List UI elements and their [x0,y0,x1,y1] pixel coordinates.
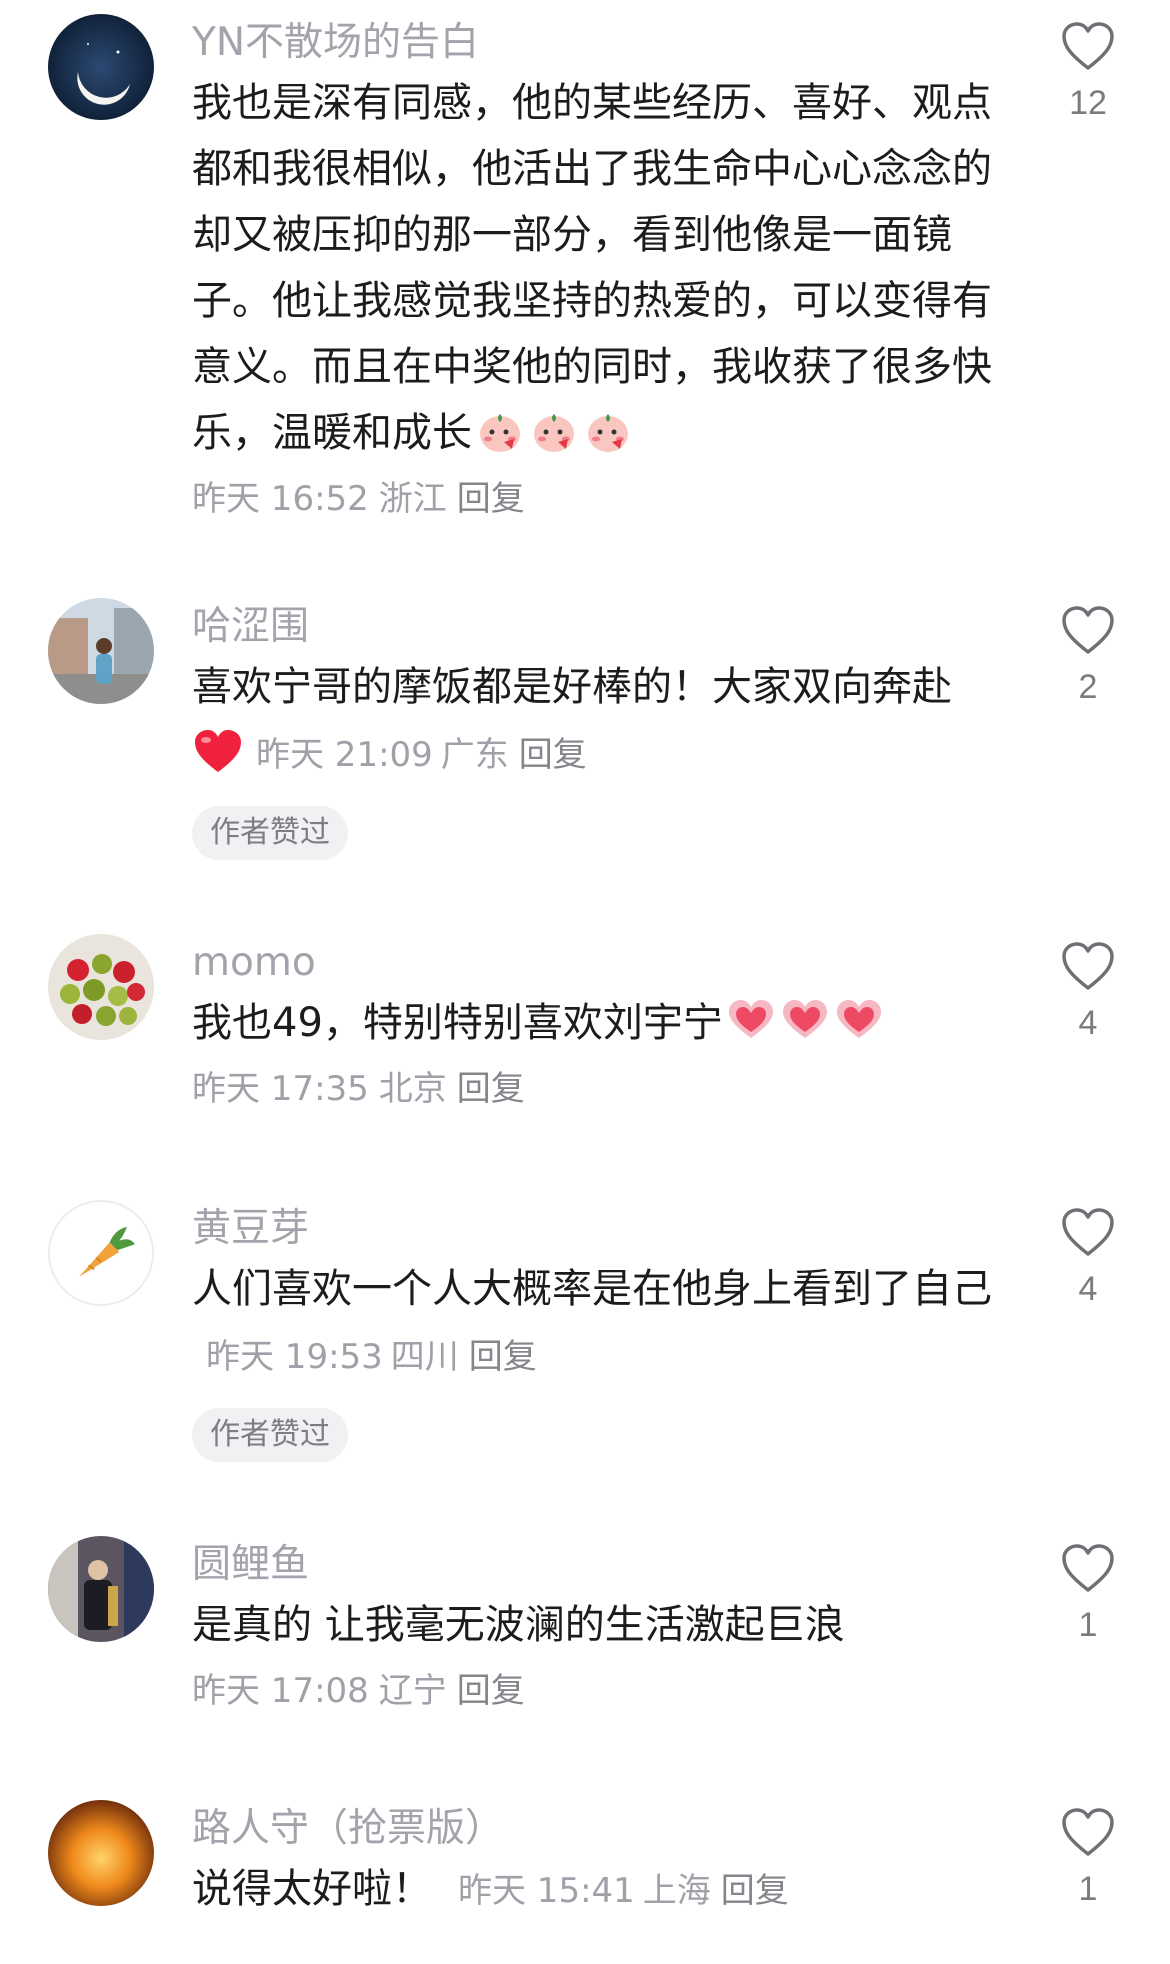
avatar[interactable] [48,14,154,120]
like-button[interactable]: 12 [1030,20,1146,126]
comment-text-content: 我也是深有同感，他的某些经历、喜好、观点都和我很相似，他活出了我生命中心心念念的… [192,80,992,456]
comment-meta: 昨天 19:53 四川 回复 [206,1337,537,1377]
author-liked-badge: 作者赞过 [192,1408,348,1462]
carrot-avatar-image [50,1202,152,1304]
heart-outline-icon [1062,1208,1114,1256]
moon-night-avatar-image [48,14,154,120]
heart-outline-icon [1062,22,1114,70]
comment-text-content: 喜欢宁哥的摩饭都是好棒的！大家双向奔赴 [192,664,952,710]
heart-outline-icon [1062,1544,1114,1592]
avatar[interactable] [48,1536,154,1642]
reply-button[interactable]: 回复 [721,1871,789,1911]
avatar[interactable] [48,598,154,704]
comment-location: 浙江 [378,479,447,519]
blushing-peach-emoji [474,404,526,456]
username[interactable]: 哈涩围 [192,602,1012,652]
heart-hands-emoji [833,994,885,1046]
comment-text: 我也是深有同感，他的某些经历、喜好、观点都和我很相似，他活出了我生命中心心念念的… [192,70,1012,466]
comment-location: 辽宁 [378,1671,447,1711]
reply-button[interactable]: 回复 [519,735,587,775]
comment-time: 昨天 16:52 [192,479,369,519]
red-heart-emoji [192,726,242,776]
like-count: 4 [1078,1004,1098,1042]
comment-text: 说得太好啦！ 昨天 15:41 上海 回复 [192,1856,1012,1924]
comment-text-content: 我也49，特别特别喜欢刘宇宁 [192,1000,723,1046]
comment-time: 昨天 17:08 [192,1671,369,1711]
like-button[interactable]: 2 [1030,604,1146,710]
blushing-peach-emoji [582,404,634,456]
comment-location: 北京 [378,1069,447,1109]
like-button[interactable]: 4 [1030,1206,1146,1312]
reply-button[interactable]: 回复 [457,479,525,519]
comment-text-content: 人们喜欢一个人大概率是在他身上看到了自己 [192,1266,992,1312]
comment-location: 四川 [390,1337,459,1377]
comment-text: 喜欢宁哥的摩饭都是好棒的！大家双向奔赴昨天 21:09 广东 回复 [192,654,1012,788]
comment-meta: 昨天 21:09 广东 回复 [256,735,587,775]
like-button[interactable]: 1 [1030,1806,1146,1912]
fruit-bowl-avatar-image [48,934,154,1040]
reply-button[interactable]: 回复 [469,1337,537,1377]
comment-text: 是真的 让我毫无波澜的生活激起巨浪 [192,1602,845,1648]
like-count: 1 [1078,1606,1098,1644]
like-button[interactable]: 4 [1030,940,1146,1046]
comment-text: 人们喜欢一个人大概率是在他身上看到了自己昨天 19:53 四川 回复 [192,1256,1012,1390]
like-count: 12 [1069,84,1107,122]
comment-text-content: 说得太好啦！ [192,1866,432,1912]
reply-button[interactable]: 回复 [457,1671,525,1711]
glowing-lantern-avatar-image [48,1800,154,1906]
heart-outline-icon [1062,606,1114,654]
street-photo-avatar-image [48,598,154,704]
concert-photo-avatar-image [48,1536,154,1642]
comment-meta: 昨天 17:08 辽宁 回复 [192,1666,1012,1716]
avatar[interactable] [48,1200,154,1306]
username[interactable]: 黄豆芽 [192,1204,1012,1254]
heart-outline-icon [1062,1808,1114,1856]
blushing-peach-emoji [528,404,580,456]
heart-outline-icon [1062,942,1114,990]
comment-time: 昨天 17:35 [192,1069,369,1109]
username[interactable]: 圆鲤鱼 [192,1540,1012,1590]
like-button[interactable]: 1 [1030,1542,1146,1648]
comment-time: 昨天 15:41 [458,1871,635,1911]
comment-meta: 昨天 17:35 北京 回复 [192,1064,1012,1114]
comment-location: 上海 [642,1871,711,1911]
comment-list: YN不散场的告白 我也是深有同感，他的某些经历、喜好、观点都和我很相似，他活出了… [0,0,1170,1964]
comment-time: 昨天 19:53 [206,1337,383,1377]
comment-time: 昨天 21:09 [256,735,433,775]
like-count: 2 [1078,668,1098,706]
username[interactable]: momo [192,938,1012,988]
like-count: 1 [1078,1870,1098,1908]
author-liked-badge: 作者赞过 [192,806,348,860]
reply-button[interactable]: 回复 [457,1069,525,1109]
username[interactable]: YN不散场的告白 [192,18,1012,68]
comment-location: 广东 [440,735,509,775]
avatar[interactable] [48,1800,154,1906]
username[interactable]: 路人守（抢票版） [192,1804,1012,1854]
heart-hands-emoji [779,994,831,1046]
comment-text: 我也49，特别特别喜欢刘宇宁 [192,990,1012,1056]
comment-meta: 昨天 15:41 上海 回复 [458,1871,789,1911]
like-count: 4 [1078,1270,1098,1308]
heart-hands-emoji [725,994,777,1046]
avatar[interactable] [48,934,154,1040]
comment-meta: 昨天 16:52 浙江 回复 [192,474,1012,524]
